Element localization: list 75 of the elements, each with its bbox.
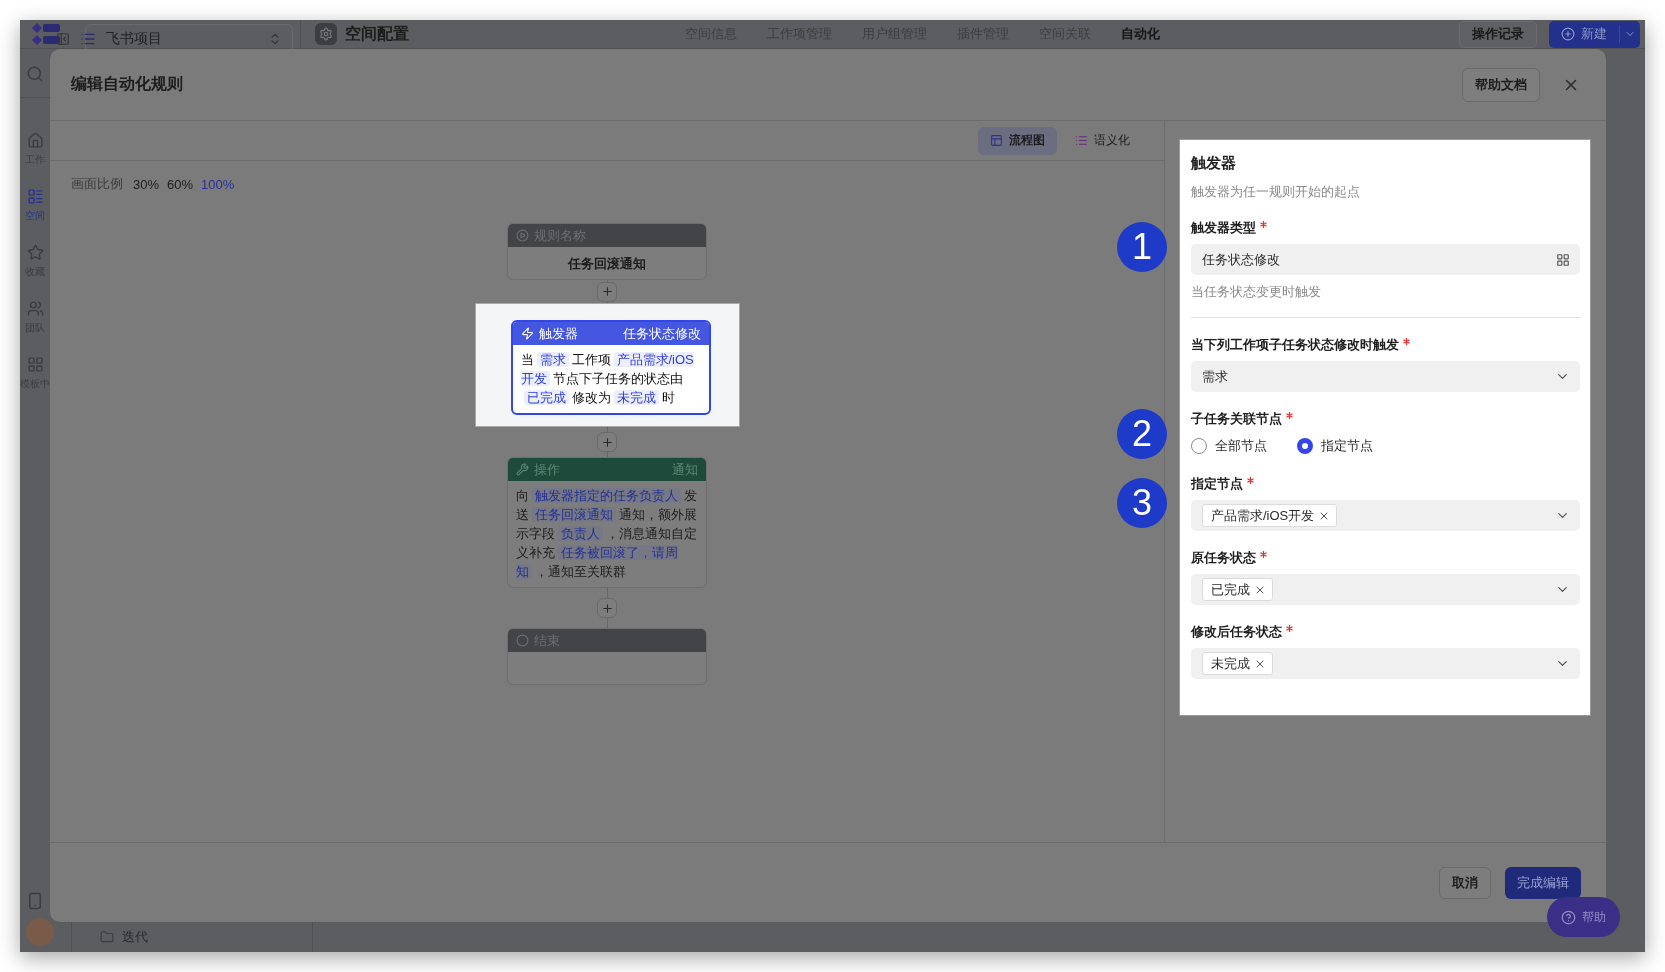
step-number-badge: 3 (1117, 478, 1167, 528)
new-button[interactable]: 新建 (1549, 20, 1640, 48)
help-button[interactable]: 帮助 (1547, 897, 1620, 937)
node-type-icon (520, 327, 534, 340)
add-step-button[interactable] (597, 281, 617, 302)
node-tag: 通知 (672, 460, 698, 479)
field-hint: 当任务状态变更时触发 (1191, 283, 1322, 301)
add-step-button[interactable] (597, 432, 617, 452)
node-description: 当 需求 工作项 产品需求/iOS开发 节点下子任务的状态由 已完成 修改为 未完成 时 (519, 351, 695, 407)
zoom-label: 画面比例 (71, 175, 123, 193)
node-description: 向 触发器指定的任务负责人 发送 任务回滚通知 通知，额外展示字段 负责人 ，消息通知自定义补充 任务被回滚了，请周知 ，通知至关联群 (515, 487, 698, 581)
zoom-option[interactable]: 30% (133, 176, 160, 192)
field-label: 子任务关联节点 (1191, 410, 1282, 428)
selected-tag: 已完成 (1202, 578, 1273, 601)
node-type-icon (516, 634, 529, 647)
sidebar-icon (26, 356, 44, 373)
field-label: 指定节点 (1191, 475, 1243, 493)
multi-select-field[interactable]: 产品需求/iOS开发 (1191, 500, 1580, 531)
grid-icon (1556, 252, 1570, 267)
selected-tag: 产品需求/iOS开发 (1202, 504, 1338, 527)
step-number-badge: 2 (1117, 408, 1167, 459)
help-doc-button[interactable]: 帮助文档 (1462, 67, 1540, 102)
plus-icon (600, 285, 614, 298)
step-number-badge: 1 (1117, 222, 1167, 272)
nav-tab[interactable]: 自动化 (1121, 25, 1160, 43)
panel-description: 触发器为任一规则开始的起点 (1191, 183, 1361, 201)
field-label: 触发器类型 (1191, 219, 1256, 237)
sidebar-icon (26, 132, 44, 149)
confirm-button[interactable]: 完成编辑 (1505, 866, 1581, 899)
radio-option[interactable]: 指定节点 (1297, 437, 1373, 455)
sidebar-icon (26, 300, 44, 317)
node-type-icon (516, 463, 529, 476)
radio-label: 指定节点 (1321, 437, 1373, 455)
add-step-button[interactable] (597, 598, 617, 618)
view-tab[interactable]: 语义化 (1063, 126, 1142, 155)
field-label: 当下列工作项子任务状态修改时触发 (1191, 336, 1399, 354)
plus-icon (600, 435, 614, 449)
zoom-option[interactable]: 60% (167, 176, 194, 192)
node-description: 任务回滚通知 (566, 255, 647, 273)
field-label: 修改后任务状态 (1191, 623, 1282, 641)
folder-icon (100, 930, 114, 944)
sidebar-icon (26, 188, 44, 205)
radio-button[interactable] (1191, 438, 1207, 454)
radio-button[interactable] (1297, 438, 1313, 454)
node-type-icon (516, 229, 529, 242)
multi-select-field[interactable]: 已完成 (1191, 574, 1580, 605)
flowchart-icon (990, 134, 1003, 147)
node-title: 触发器 (538, 324, 578, 343)
radio-option[interactable]: 全部节点 (1191, 437, 1267, 455)
panel-title: 触发器 (1191, 154, 1237, 173)
flow-node[interactable]: 操作 通知 向 触发器指定的任务负责人 发送 任务回滚通知 通知，额外展示字段 负责人 ，消息通知自定义补充 任务被回滚了，请周知 ，通知至关联群 (507, 457, 707, 588)
dialog-title: 编辑自动化规则 (71, 74, 183, 94)
plus-icon (600, 601, 614, 615)
list-icon (1075, 134, 1088, 147)
collapse-icon[interactable] (56, 32, 70, 46)
node-tag: 任务状态修改 (622, 324, 701, 343)
plus-icon (1561, 27, 1575, 41)
selected-tag: 未完成 (1202, 652, 1273, 675)
node-title: 操作 (534, 460, 560, 479)
multi-select-field[interactable]: 未完成 (1191, 648, 1580, 679)
cancel-button[interactable]: 取消 (1439, 866, 1491, 899)
radio-label: 全部节点 (1215, 437, 1267, 455)
view-tab[interactable]: 流程图 (978, 126, 1057, 155)
list-icon (80, 31, 96, 47)
help-icon (1561, 909, 1576, 925)
select-field[interactable]: 需求 (1191, 361, 1580, 392)
page-title: 空间配置 (345, 23, 409, 44)
field-label: 原任务状态 (1191, 549, 1256, 567)
sidebar-icon (26, 244, 44, 261)
zoom-option[interactable]: 100% (201, 176, 235, 192)
history-button[interactable]: 操作记录 (1459, 20, 1537, 48)
settings-icon (315, 23, 337, 45)
flow-node[interactable]: 触发器 任务状态修改 当 需求 工作项 产品需求/iOS开发 节点下子任务的状态由 已完成 修改为 未完成 时 (510, 320, 711, 415)
logo-icon[interactable] (32, 23, 60, 45)
trigger-type-field[interactable]: 任务状态修改 (1191, 244, 1580, 275)
